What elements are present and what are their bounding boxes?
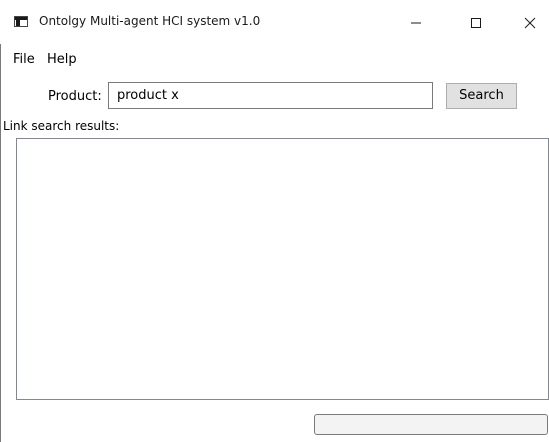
close-button[interactable] [512,8,548,38]
maximize-icon [471,18,481,28]
menu-bar [0,44,549,72]
results-list[interactable] [16,138,549,400]
app-window: Ontolgy Multi-agent HCI system v1.0 File… [0,0,549,442]
menu-file[interactable]: File [13,52,35,67]
minimize-icon [411,22,421,24]
progress-bar [314,414,548,435]
results-label: Link search results: [3,119,120,133]
maximize-button[interactable] [458,8,494,38]
product-label: Product: [48,89,102,104]
minimize-button[interactable] [398,8,434,38]
app-window-icon[interactable] [14,16,28,27]
window-title: Ontolgy Multi-agent HCI system v1.0 [39,14,261,28]
close-icon [524,17,536,29]
window-left-border [0,30,1,442]
menu-help[interactable]: Help [47,52,77,67]
search-button[interactable]: Search [446,83,517,109]
title-bar[interactable]: Ontolgy Multi-agent HCI system v1.0 [0,0,549,44]
product-input[interactable] [108,82,433,109]
